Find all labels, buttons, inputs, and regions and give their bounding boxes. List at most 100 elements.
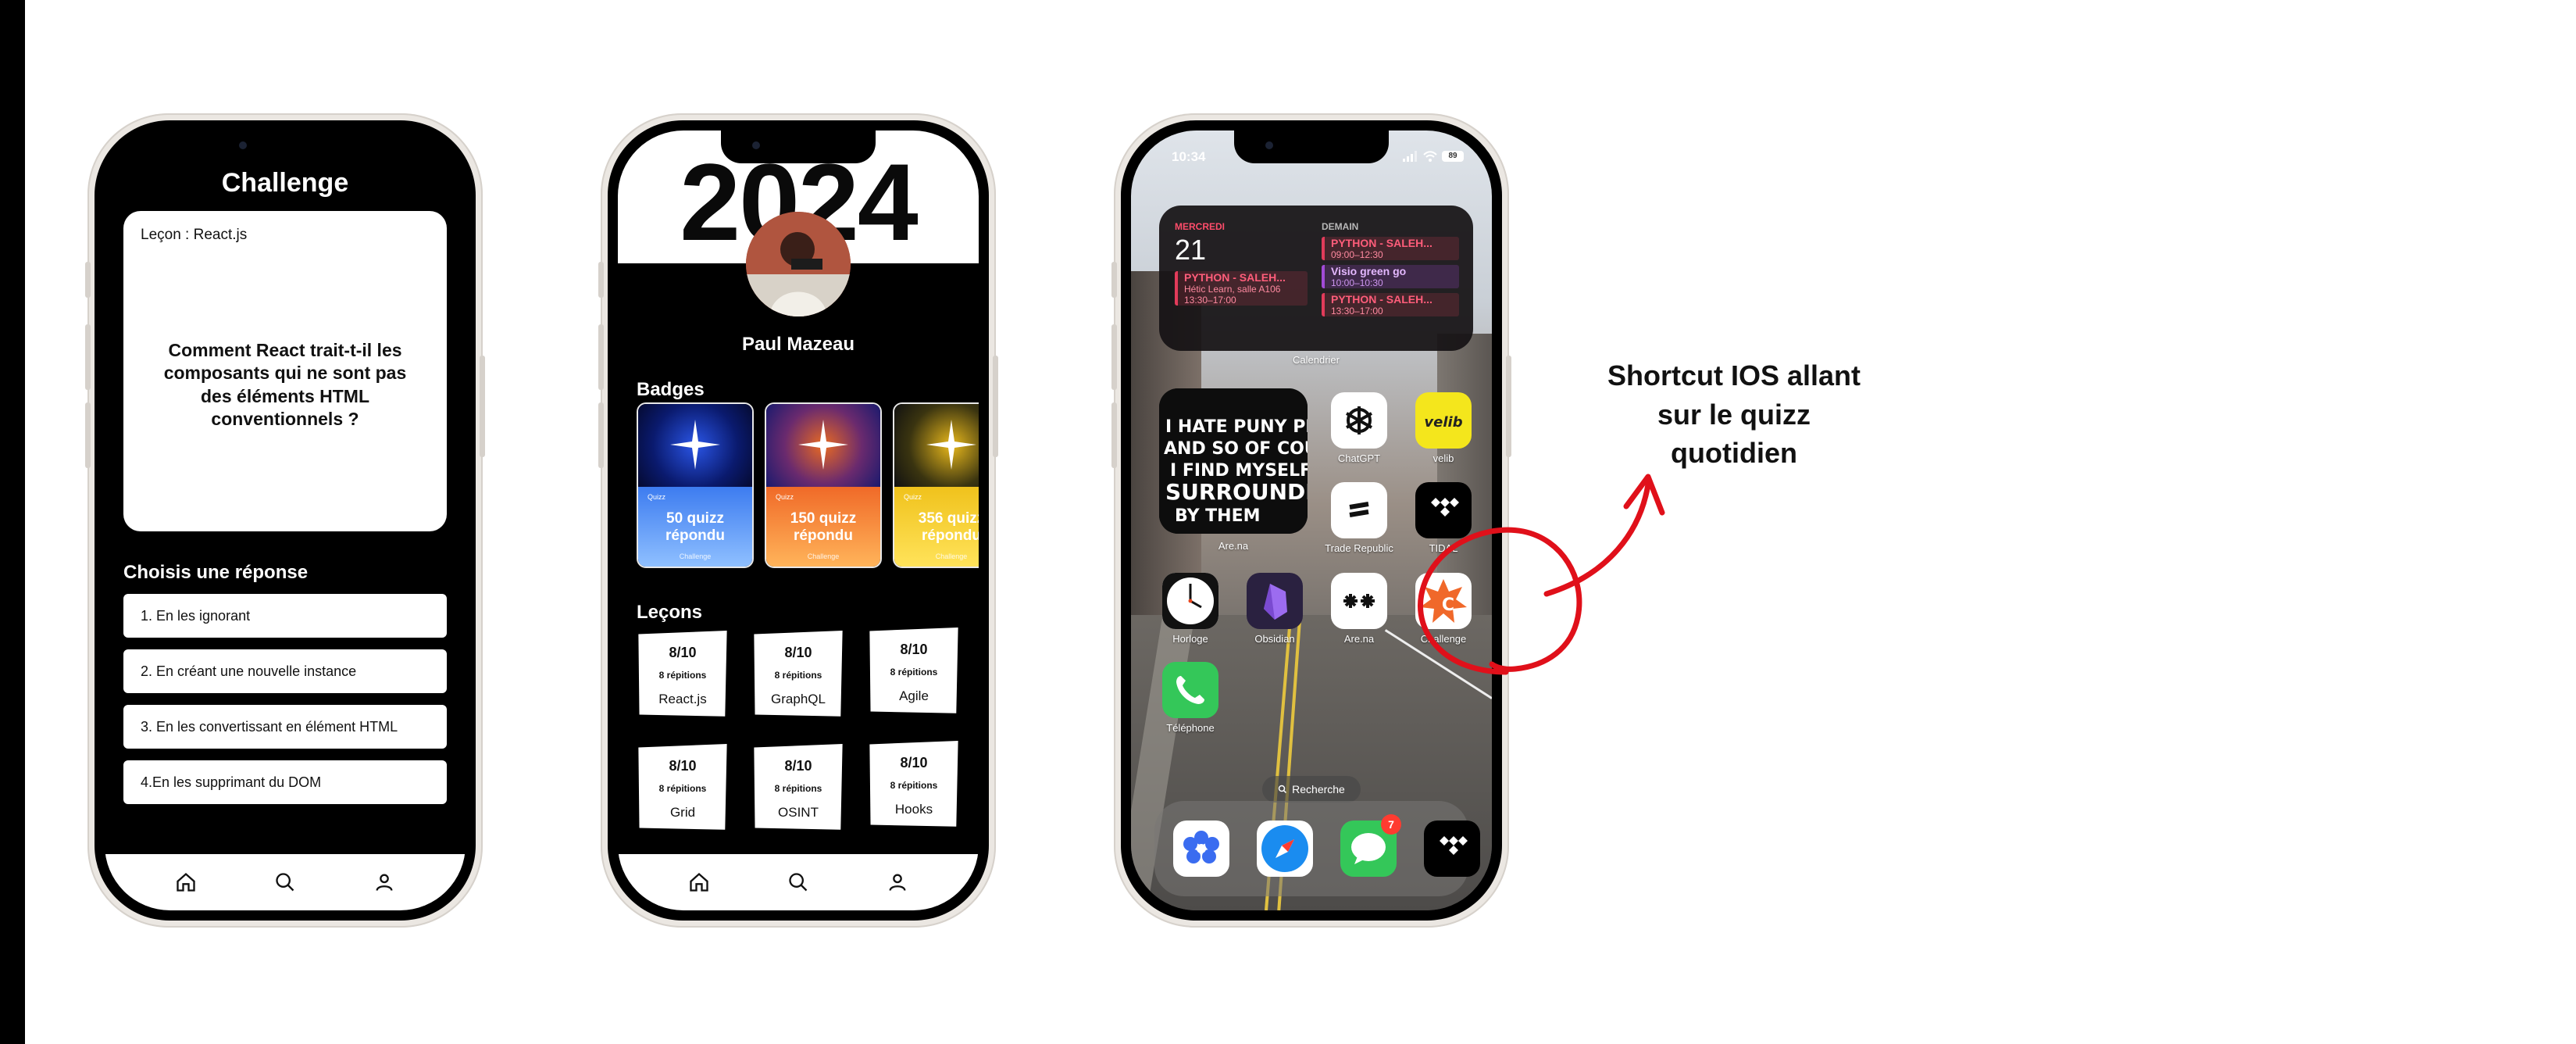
lesson-card[interactable]: 8/10 8 répitions GraphQL <box>752 631 844 718</box>
lesson-score: 8/10 <box>784 645 812 660</box>
badges-heading: Badges <box>637 379 705 400</box>
badge-kind: Quizz <box>648 493 666 501</box>
badge-kind: Quizz <box>776 493 794 501</box>
phone-side-button <box>480 356 485 457</box>
answer-list: 1. En les ignorant 2. En créant une nouv… <box>123 594 447 816</box>
search-icon <box>276 873 294 892</box>
lesson-card[interactable]: 8/10 8 répitions React.js <box>637 631 729 718</box>
badge-kind: Quizz <box>904 493 922 501</box>
signal-icon <box>1403 151 1417 162</box>
lesson-score: 8/10 <box>784 758 812 774</box>
phone-side-button <box>993 356 998 457</box>
lesson-repetitions: 8 répitions <box>890 667 938 678</box>
sparkle-icon <box>798 420 848 470</box>
calendar-event: PYTHON - SALEH... 13:30–17:00 <box>1322 293 1459 316</box>
lesson-name: Agile <box>899 688 929 703</box>
badge-card[interactable]: Quizz 356 quizz répondu Challenge <box>893 402 979 568</box>
event-time: 09:00–12:30 <box>1331 249 1383 260</box>
avatar-photo <box>746 212 851 316</box>
phone-profile: 2024 Paul Mazeau Badges Quizz 50 quizz r… <box>598 113 998 928</box>
highlight-circle <box>1418 527 1582 675</box>
poster-line: AND SO OF COURSE <box>1164 439 1308 459</box>
lesson-name: Hooks <box>894 802 933 817</box>
notch <box>721 130 876 163</box>
lesson-score: 8/10 <box>669 758 697 774</box>
notification-badge: 7 <box>1381 814 1401 835</box>
nav-search[interactable] <box>776 860 820 904</box>
nav-home[interactable] <box>677 860 721 904</box>
camera-icon <box>752 141 760 149</box>
avatar[interactable] <box>746 212 851 316</box>
phone-side-button <box>598 402 604 468</box>
nav-profile[interactable] <box>876 860 919 904</box>
app-phone[interactable] <box>1162 662 1218 718</box>
answer-option-1[interactable]: 1. En les ignorant <box>123 594 447 638</box>
lesson-card[interactable]: 8/10 8 répitions OSINT <box>752 744 844 831</box>
notch <box>208 130 362 163</box>
badge-card[interactable]: Quizz 150 quizz répondu Challenge <box>765 402 882 568</box>
lesson-name: GraphQL <box>771 692 826 706</box>
profile-name: Paul Mazeau <box>741 334 855 355</box>
badge-footer: Challenge <box>679 552 712 560</box>
dock-app-safari[interactable] <box>1257 821 1313 877</box>
notch <box>1234 130 1389 163</box>
calendar-event: PYTHON - SALEH... 09:00–12:30 <box>1322 237 1459 260</box>
phone-challenge: Challenge Leçon : React.js Comment React… <box>85 113 485 928</box>
badge-card[interactable]: Quizz 50 quizz répondu Challenge <box>637 402 754 568</box>
bottom-nav <box>105 854 466 910</box>
answer-option-3[interactable]: 3. En les convertissant en élément HTML <box>123 705 447 749</box>
lessons-heading: Leçons <box>637 602 703 623</box>
badge-footer: Challenge <box>935 552 968 560</box>
tidal-icon <box>1440 836 1468 855</box>
spotlight-search-button[interactable]: Recherche <box>1262 776 1361 803</box>
lesson-repetitions: 8 répitions <box>658 783 707 794</box>
user-icon <box>376 874 393 891</box>
nav-profile[interactable] <box>362 860 406 904</box>
event-title: PYTHON - SALEH... <box>1184 271 1286 284</box>
event-location: Hétic Learn, salle A106 <box>1184 284 1281 295</box>
answer-option-4[interactable]: 4.En les supprimant du DOM <box>123 760 447 804</box>
user-icon <box>889 874 906 891</box>
lesson-card[interactable]: 8/10 8 répitions Agile <box>868 627 960 715</box>
lesson-card[interactable]: 8/10 8 répitions Hooks <box>868 741 960 828</box>
annotation-line: sur le quizz <box>1657 398 1811 431</box>
phone-icon <box>1176 676 1204 704</box>
app-clock[interactable] <box>1162 573 1218 629</box>
lesson-score: 8/10 <box>669 645 697 660</box>
event-time: 13:30–17:00 <box>1331 306 1383 316</box>
nav-home[interactable] <box>164 860 208 904</box>
badges-carousel[interactable]: Quizz 50 quizz répondu Challenge Quizz 1… <box>637 402 979 568</box>
lesson-repetitions: 8 répitions <box>774 670 822 681</box>
app-obsidian[interactable] <box>1247 573 1303 629</box>
calendar-event: Visio green go 10:00–10:30 <box>1322 265 1459 288</box>
lesson-score: 8/10 <box>900 755 928 770</box>
lesson-name: OSINT <box>778 805 819 820</box>
annotation-drawing <box>1418 474 1665 675</box>
screen-profile: 2024 Paul Mazeau Badges Quizz 50 quizz r… <box>618 130 979 910</box>
arena-widget-caption: Are.na <box>1218 540 1249 552</box>
dock-app-messages[interactable]: 7 <box>1340 814 1401 877</box>
poster-line: BY THEM <box>1175 506 1261 526</box>
dock-app-tidal[interactable] <box>1424 821 1480 877</box>
event-time: 10:00–10:30 <box>1331 277 1383 288</box>
calendar-today-heading: MERCREDI <box>1175 221 1226 232</box>
nav-search[interactable] <box>263 860 307 904</box>
app-label: Horloge <box>1172 633 1208 645</box>
phone-side-button <box>1111 324 1117 390</box>
poster-line: I FIND MYSELF <box>1170 461 1308 481</box>
dock-app-photos[interactable] <box>1173 821 1229 877</box>
arena-widget[interactable]: I HATE PUNY PEOPLE, AND SO OF COURSE I F… <box>1159 388 1308 534</box>
calendar-widget[interactable]: MERCREDI 21 PYTHON - SALEH... Hétic Lear… <box>1159 206 1473 351</box>
annotation-text: Shortcut IOS allant sur le quizz quotidi… <box>1593 356 1875 473</box>
sparkle-icon <box>670 420 720 470</box>
lesson-repetitions: 8 répitions <box>774 783 822 794</box>
lesson-card[interactable]: 8/10 8 répitions Grid <box>637 744 729 831</box>
lesson-score: 8/10 <box>900 642 928 657</box>
phone-side-button <box>85 402 91 468</box>
choose-answer-label: Choisis une réponse <box>123 562 309 583</box>
status-time: 10:34 <box>1172 149 1206 164</box>
battery-icon: 89 <box>1442 151 1464 162</box>
lesson-repetitions: 8 répitions <box>890 780 938 791</box>
answer-option-2[interactable]: 2. En créant une nouvelle instance <box>123 649 447 693</box>
safari-icon <box>1261 825 1308 872</box>
